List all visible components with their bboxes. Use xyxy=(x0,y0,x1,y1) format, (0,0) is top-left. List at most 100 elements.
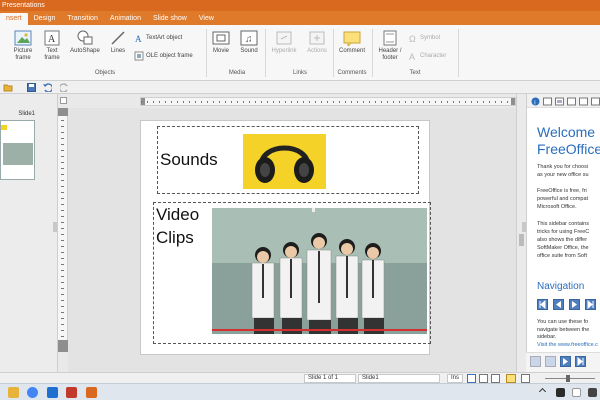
notes-view-icon[interactable] xyxy=(506,374,516,383)
ruler-margin xyxy=(58,108,68,116)
textart-icon: A xyxy=(135,34,142,43)
thumb-headphones xyxy=(1,125,7,130)
header-footer-button[interactable]: Header / footer xyxy=(375,30,405,62)
sidebar-text: also shows the differ xyxy=(537,237,588,243)
network-icon[interactable] xyxy=(572,388,581,397)
next-icon xyxy=(572,301,577,308)
warning-icon[interactable] xyxy=(8,387,19,398)
symbol-button[interactable]: Ω Symbol xyxy=(408,33,440,43)
footer-end-button[interactable] xyxy=(575,356,586,367)
tab-transition[interactable]: Transition xyxy=(61,13,103,25)
presentations-icon[interactable] xyxy=(86,387,97,398)
svg-text:A: A xyxy=(135,34,142,43)
sidebar-text: Microsoft Office. xyxy=(537,204,577,210)
sidebar-text: as your new office su xyxy=(537,172,589,178)
tab-design[interactable]: Design xyxy=(28,13,62,25)
undo-icon[interactable] xyxy=(42,83,52,92)
text-frame-button[interactable]: A Text frame xyxy=(40,30,64,62)
vertical-scrollbar[interactable] xyxy=(516,94,526,372)
sidebar-text: You can use these fo xyxy=(537,319,589,325)
tab-insert[interactable]: nsert xyxy=(0,13,28,25)
hyperlink-button[interactable]: Hyperlink xyxy=(268,30,300,55)
footer-play-button[interactable] xyxy=(560,356,571,367)
movie-button[interactable]: Movie xyxy=(209,30,233,55)
animation-icon[interactable] xyxy=(579,97,588,106)
autoshape-button[interactable]: AutoShape xyxy=(68,30,102,55)
vertical-ruler xyxy=(58,108,68,352)
footer-back-button[interactable] xyxy=(545,356,556,367)
sidebar-text: powerful and compat xyxy=(537,196,589,202)
sounds-text[interactable]: Sounds xyxy=(160,150,218,170)
actions-button[interactable]: Actions xyxy=(303,30,331,55)
slides-icon[interactable] xyxy=(543,97,552,106)
nav-last-button[interactable] xyxy=(585,299,596,310)
nav-first-button[interactable] xyxy=(537,299,548,310)
redo-icon[interactable] xyxy=(60,83,70,92)
tab-animation[interactable]: Animation xyxy=(104,13,147,25)
movie-label: Movie xyxy=(212,48,229,54)
last-icon xyxy=(587,300,594,309)
ribbon-divider xyxy=(458,29,459,77)
comment-button[interactable]: Comment xyxy=(336,30,368,55)
scroll-thumb[interactable] xyxy=(519,234,524,246)
sidebar-text: office suite from Soft xyxy=(537,253,588,259)
slide-thumbnail[interactable] xyxy=(0,120,35,180)
textmaker-icon[interactable] xyxy=(66,387,77,398)
video-text-line1[interactable]: Video xyxy=(156,205,199,225)
group-label-comments: Comments xyxy=(337,70,367,76)
effects-icon[interactable] xyxy=(591,97,600,106)
app-icon[interactable] xyxy=(47,387,58,398)
textart-button[interactable]: A TextArt object xyxy=(134,33,182,43)
video-clip[interactable] xyxy=(212,208,427,334)
info-icon[interactable]: i xyxy=(531,97,540,106)
text-frame-label: Text frame xyxy=(44,48,60,61)
lines-button[interactable]: Lines xyxy=(106,30,130,55)
normal-view-icon[interactable] xyxy=(467,374,476,383)
svg-text:♫: ♫ xyxy=(245,34,253,45)
video-text-line2[interactable]: Clips xyxy=(156,228,194,248)
actions-label: Actions xyxy=(307,48,327,54)
zoom-slider-thumb[interactable] xyxy=(566,375,570,382)
nav-prev-button[interactable] xyxy=(553,299,564,310)
save-icon[interactable] xyxy=(27,83,36,92)
thumb-video xyxy=(3,143,33,165)
sidebar-website-link[interactable]: Visit the www.freeoffice.c xyxy=(537,342,600,348)
tab-slide-show[interactable]: Slide show xyxy=(147,13,193,25)
window-title: Presentations xyxy=(2,2,45,9)
layout-icon[interactable] xyxy=(567,97,576,106)
status-bar: Slide 1 of 1 Slide1 Ins xyxy=(0,372,600,383)
movie-icon xyxy=(212,31,230,45)
ruler-ticks xyxy=(141,101,515,103)
ole-object-button[interactable]: OLE object frame xyxy=(134,51,193,61)
picture-frame-button[interactable]: Picture frame xyxy=(8,30,38,62)
volume-icon[interactable] xyxy=(588,388,597,397)
ruler-corner[interactable] xyxy=(60,97,67,104)
sound-button[interactable]: ♫ Sound xyxy=(237,30,261,55)
sidebar-text: FreeOffice is free, fri xyxy=(537,188,587,194)
sidebar-text: tricks for using FreeC xyxy=(537,229,590,235)
panel-splitter[interactable] xyxy=(53,222,57,232)
prev-icon xyxy=(556,301,561,308)
ribbon-divider xyxy=(372,29,373,77)
sorter-view-icon[interactable] xyxy=(491,374,500,383)
symbol-label: Symbol xyxy=(420,35,441,41)
tab-view[interactable]: View xyxy=(193,13,220,25)
gallery-icon[interactable] xyxy=(555,97,564,106)
slide-count: Slide 1 of 1 xyxy=(304,374,356,383)
tray-chevron-icon[interactable] xyxy=(538,387,547,396)
chrome-icon[interactable] xyxy=(27,387,38,398)
slideshow-icon[interactable] xyxy=(521,374,530,383)
insert-mode[interactable]: Ins xyxy=(447,374,463,383)
footer-prev-button[interactable] xyxy=(530,356,541,367)
outline-view-icon[interactable] xyxy=(479,374,488,383)
slide-panel: Slide1 xyxy=(0,94,58,372)
headphones-image[interactable] xyxy=(243,134,326,189)
video-progress-bar[interactable] xyxy=(212,329,427,331)
open-icon[interactable] xyxy=(3,83,13,92)
sidebar-text: Thank you for choosi xyxy=(537,164,589,170)
tray-icon[interactable] xyxy=(556,388,565,397)
autoshape-label: AutoShape xyxy=(70,48,100,54)
nav-next-button[interactable] xyxy=(569,299,580,310)
character-button[interactable]: A Character xyxy=(408,51,446,61)
zoom-slider[interactable] xyxy=(545,378,595,379)
